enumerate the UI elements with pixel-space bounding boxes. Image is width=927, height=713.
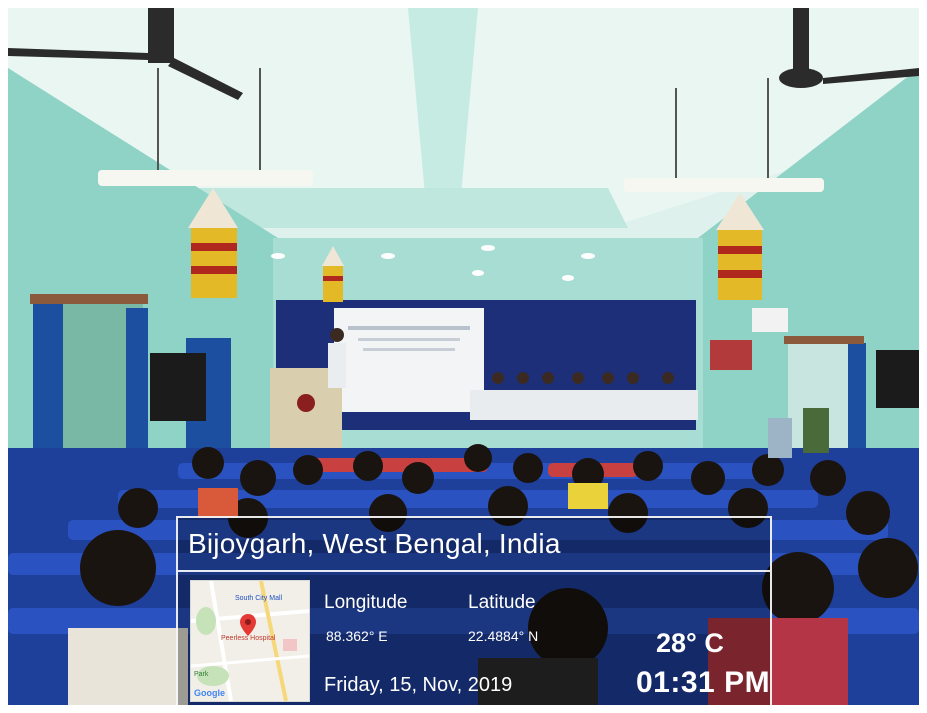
gps-overlay: Bijoygarh, West Bengal, India South City… <box>176 516 772 705</box>
longitude-value: 88.362° E <box>326 628 388 644</box>
temperature-text: 28° C <box>656 628 724 658</box>
latitude-value: 22.4884° N <box>468 628 539 644</box>
date-text: Friday, 15, Nov, 2019 <box>324 674 513 696</box>
longitude-label: Longitude <box>324 592 408 613</box>
location-text: Bijoygarh, West Bengal, India <box>188 528 561 559</box>
overlay-divider <box>178 570 770 572</box>
latitude-label: Latitude <box>468 592 536 613</box>
map-label-park: Park <box>194 671 209 678</box>
map-pin-icon <box>240 614 256 636</box>
map-google-logo: Google <box>194 688 225 698</box>
map-thumbnail: South City Mall Peerless Hospital Park G… <box>190 580 310 702</box>
time-text: 01:31 PM <box>636 666 771 699</box>
seminar-hall-photo: Bijoygarh, West Bengal, India South City… <box>8 8 919 705</box>
map-label-mall: South City Mall <box>235 595 283 602</box>
